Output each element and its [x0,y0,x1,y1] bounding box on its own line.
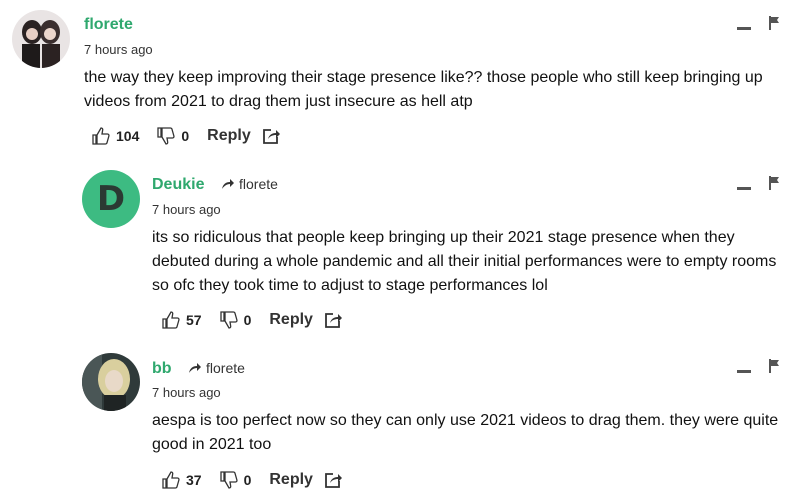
thumbs-up-icon[interactable] [162,311,180,329]
avatar-letter: D [96,179,126,219]
avatar-photo [82,353,140,411]
timestamp[interactable]: 7 hours ago [152,202,221,217]
comment-text: the way they keep improving their stage … [84,69,768,110]
author-name[interactable]: bb [152,360,172,378]
comment-actions: 37 0 Reply [162,471,343,489]
thumbs-down-icon[interactable] [219,311,238,329]
timestamp[interactable]: 7 hours ago [152,385,221,400]
flag-icon[interactable] [769,359,781,373]
comment-actions: 104 0 Reply [92,127,281,145]
thumbs-down-icon[interactable] [219,471,238,489]
like-count: 104 [116,128,140,144]
collapse-icon[interactable] [737,186,751,190]
thumbs-up-icon[interactable] [162,471,180,489]
like-count: 57 [186,312,202,328]
reply-button[interactable]: Reply [269,471,313,489]
comment-controls [737,359,781,373]
comment-text: aespa is too perfect now so they can onl… [152,412,783,453]
dislike-count: 0 [243,312,252,328]
avatar[interactable] [82,353,140,411]
timestamp[interactable]: 7 hours ago [84,42,153,57]
avatar[interactable]: D [82,170,140,228]
avatar-photo [12,10,70,68]
collapse-icon[interactable] [737,26,751,30]
dislike-count: 0 [243,472,252,488]
share-icon[interactable] [325,472,343,488]
share-icon[interactable] [262,128,281,144]
reply-button[interactable]: Reply [269,311,313,329]
flag-icon[interactable] [769,176,781,190]
reply-button[interactable]: Reply [207,127,251,145]
reply-to-name: florete [206,360,245,376]
reply-to[interactable]: florete [221,176,278,192]
avatar[interactable] [12,10,70,68]
reply-to[interactable]: florete [188,360,245,376]
collapse-icon[interactable] [737,369,751,373]
thumbs-down-icon[interactable] [157,127,175,145]
like-count: 37 [186,472,202,488]
reply-arrow-icon [222,179,234,189]
dislike-count: 0 [181,128,190,144]
reply-to-name: florete [239,176,278,192]
comment-controls [737,16,781,30]
comment-text: its so ridiculous that people keep bring… [152,229,781,294]
thumbs-up-icon[interactable] [92,127,110,145]
comment-controls [737,176,781,190]
share-icon[interactable] [325,312,343,328]
author-name[interactable]: Deukie [152,176,204,194]
flag-icon[interactable] [769,16,781,30]
author-name[interactable]: florete [84,16,133,34]
reply-arrow-icon [189,363,201,373]
comment-actions: 57 0 Reply [162,311,343,329]
